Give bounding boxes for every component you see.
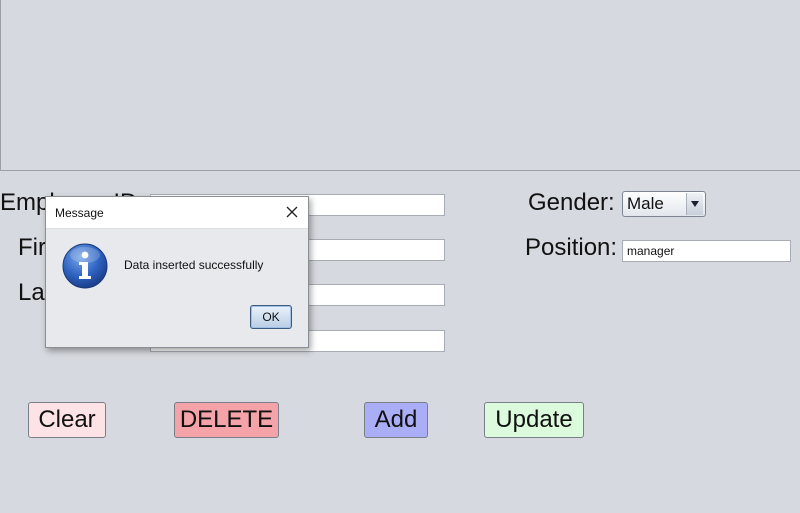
- app-window: Employee ID: First Name: Last Name: Gend…: [0, 0, 800, 513]
- chevron-down-icon[interactable]: [686, 193, 703, 215]
- info-icon: [61, 242, 109, 290]
- gender-dropdown[interactable]: Male: [622, 191, 706, 217]
- employee-table-area[interactable]: [0, 0, 800, 171]
- position-field[interactable]: [622, 240, 791, 262]
- update-button[interactable]: Update: [484, 402, 584, 438]
- gender-label: Gender:: [528, 189, 615, 216]
- message-dialog: Message Data inserted successfully OK: [45, 196, 309, 348]
- gender-selected-value: Male: [627, 194, 664, 213]
- ok-button[interactable]: OK: [250, 305, 292, 329]
- delete-button[interactable]: DELETE: [174, 402, 279, 438]
- position-label: Position:: [525, 234, 618, 261]
- dialog-message: Data inserted successfully: [124, 258, 264, 272]
- dialog-titlebar[interactable]: Message: [46, 197, 308, 229]
- clear-button[interactable]: Clear: [28, 402, 106, 438]
- close-icon[interactable]: [284, 204, 300, 220]
- add-button[interactable]: Add: [364, 402, 428, 438]
- dialog-title: Message: [55, 206, 104, 220]
